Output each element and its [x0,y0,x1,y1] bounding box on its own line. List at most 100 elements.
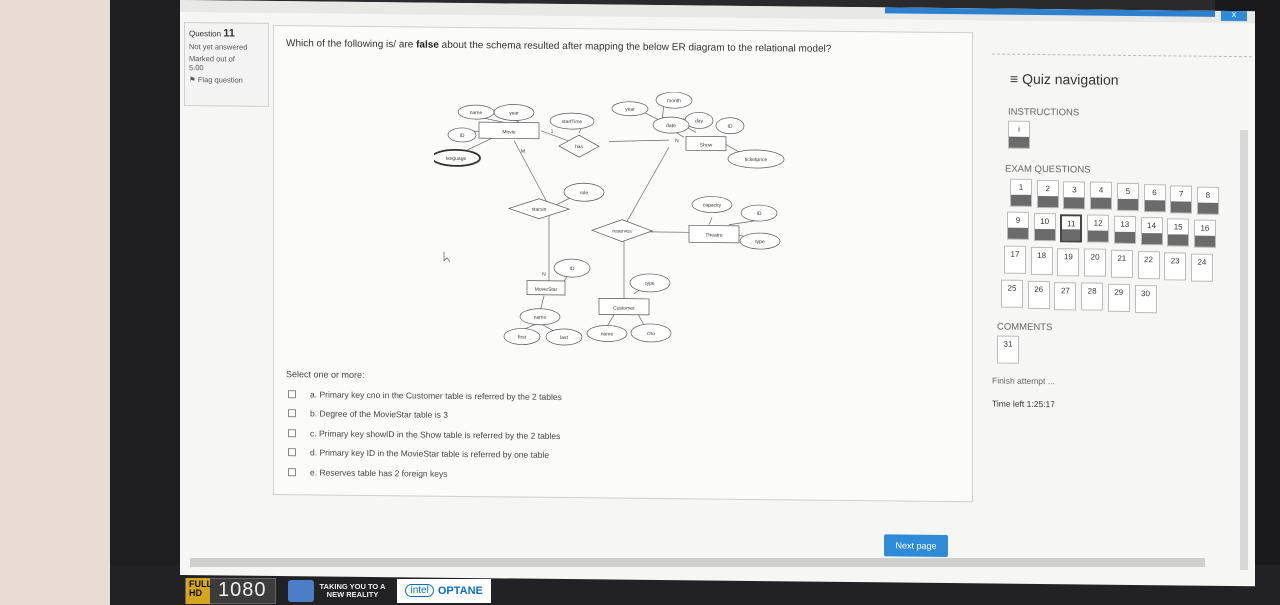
fullhd-badge: FULL HD 1080 [185,577,276,604]
next-page-button[interactable]: Next page [884,534,948,558]
cardinality-movie-has: 1 [551,129,554,135]
question-status: Not yet answered [189,42,248,52]
wall-background [0,0,110,605]
attr-theatre-type: type [755,239,765,245]
nav-question-4[interactable]: 4 [1090,181,1113,211]
nav-question-21[interactable]: 21 [1110,249,1133,279]
nav-question-6[interactable]: 6 [1143,184,1166,213]
nav-question-7[interactable]: 7 [1170,185,1193,214]
nav-question-11[interactable]: 11 [1060,213,1083,243]
nav-question-25[interactable]: 25 [1001,279,1023,308]
relationship-reserves: reserves [612,229,632,235]
intel-optane-badge: intel OPTANE [397,578,491,603]
horizontal-scrollbar[interactable] [190,558,1205,567]
question-info-box: Question 11 Not yet answered Marked out … [184,22,269,107]
nav-question-13[interactable]: 13 [1113,215,1136,245]
nav-question-24[interactable]: 24 [1190,253,1213,282]
quiz-nav-title: ≡ Quiz navigation [1010,70,1119,88]
attr-show-date: date [666,123,676,129]
attr-starttime: startTime [562,119,583,125]
answer-options: a. Primary key cno in the Customer table… [288,384,562,484]
nav-question-8[interactable]: 8 [1196,186,1219,215]
exam-question-grid: 1 2 3 4 5 6 7 8 9 10 11 12 13 14 15 16 17 18 19 20 21 22 23 24 2… [992,49,1255,314]
entity-customer: Customer [613,306,635,312]
attr-name-first: first [518,335,527,341]
monitor-bezel-left [110,0,185,605]
flag-icon: ⚑ [189,75,196,85]
nav-question-29[interactable]: 29 [1107,283,1130,313]
attr-show-month: month [667,98,681,104]
attr-ticketprice: ticketprice [745,157,768,163]
nav-question-18[interactable]: 18 [1030,246,1053,275]
relationship-has: has [575,144,584,150]
nav-question-14[interactable]: 14 [1140,217,1163,246]
checkbox-c[interactable] [288,428,296,437]
cursor-icon [443,251,451,263]
memory-icon [287,579,314,602]
attr-customer-type: type [645,281,655,287]
nav-question-23[interactable]: 23 [1164,252,1187,281]
nav-question-17[interactable]: 17 [1004,245,1026,274]
question-number: Question 11 [189,27,235,40]
question-marks: Marked out of 5.00 [189,54,235,73]
select-label: Select one or more: [286,369,365,380]
nav-question-12[interactable]: 12 [1087,214,1110,244]
nav-question-15[interactable]: 15 [1167,218,1190,247]
tagline-badge: TAKING YOU TO A NEW REALITY [287,579,385,602]
time-left: Time left 1:25:17 [992,398,1056,410]
checkbox-a[interactable] [288,389,296,398]
attr-name-last: last [560,335,568,341]
finish-attempt-link[interactable]: Finish attempt ... [992,376,1055,387]
nav-question-2[interactable]: 2 [1036,179,1059,208]
nav-question-20[interactable]: 20 [1084,248,1107,278]
nav-question-5[interactable]: 5 [1116,182,1139,212]
checkbox-b[interactable] [288,409,296,418]
vertical-scrollbar[interactable] [1240,130,1248,570]
relationship-starsin: starsin [532,207,547,213]
question-content: Which of the following is/ are false abo… [273,24,973,503]
nav-question-26[interactable]: 26 [1027,280,1050,309]
attr-role: role [580,190,589,196]
nav-question-1[interactable]: 1 [1010,178,1032,207]
quiz-navigation: ≡ Quiz navigation INSTRUCTIONS i EXAM QU… [992,49,1255,452]
nav-comments[interactable]: 31 [997,335,1019,364]
attr-movie-language: language [446,156,467,162]
option-e[interactable]: e. Reserves table has 2 foreign keys [288,462,562,484]
menu-icon: ≡ [1010,70,1019,87]
instructions-label: INSTRUCTIONS [1008,106,1080,119]
entity-show: Show [700,142,713,148]
checkbox-e[interactable] [288,467,296,476]
monitor-badges: FULL HD 1080 TAKING YOU TO A NEW REALITY i… [185,576,491,605]
flag-question-link[interactable]: ⚑ Flag question [189,75,264,85]
browser-screen: x Question 11 Not yet answered Marked ou… [180,0,1255,587]
nav-instructions[interactable]: i [1008,120,1030,149]
nav-question-28[interactable]: 28 [1081,282,1104,312]
cardinality-starsin-moviestar: N [542,272,546,278]
nav-question-30[interactable]: 30 [1134,284,1157,314]
cardinality-has-show: N [675,138,679,144]
nav-question-19[interactable]: 19 [1057,247,1080,277]
entity-theatre: Theatre [705,233,722,239]
attr-movie-name: name [470,110,483,116]
nav-question-22[interactable]: 22 [1137,251,1160,280]
nav-question-27[interactable]: 27 [1054,281,1077,310]
entity-moviestar: MovieStar [535,287,558,293]
attr-customer-name: name [601,331,614,337]
nav-question-3[interactable]: 3 [1063,180,1086,210]
attr-moviestar-name: name [534,315,547,321]
attr-show-year: year [625,107,635,113]
checkbox-d[interactable] [288,448,296,457]
attr-theatre-capacity: capacity [703,202,722,208]
comments-label: COMMENTS [997,321,1053,334]
nav-question-9[interactable]: 9 [1007,211,1029,240]
nav-question-16[interactable]: 16 [1193,219,1216,248]
attr-show-day: day [695,118,704,124]
entity-movie: Movie [502,129,516,135]
attr-movie-id: ID [460,133,465,139]
divider [992,53,1252,58]
attr-theatre-id: ID [757,211,762,217]
exam-questions-label: EXAM QUESTIONS [1005,163,1091,176]
cardinality-movie-starsin: M [521,149,525,155]
attr-customer-cno: cno [647,331,655,337]
nav-question-10[interactable]: 10 [1033,212,1056,241]
